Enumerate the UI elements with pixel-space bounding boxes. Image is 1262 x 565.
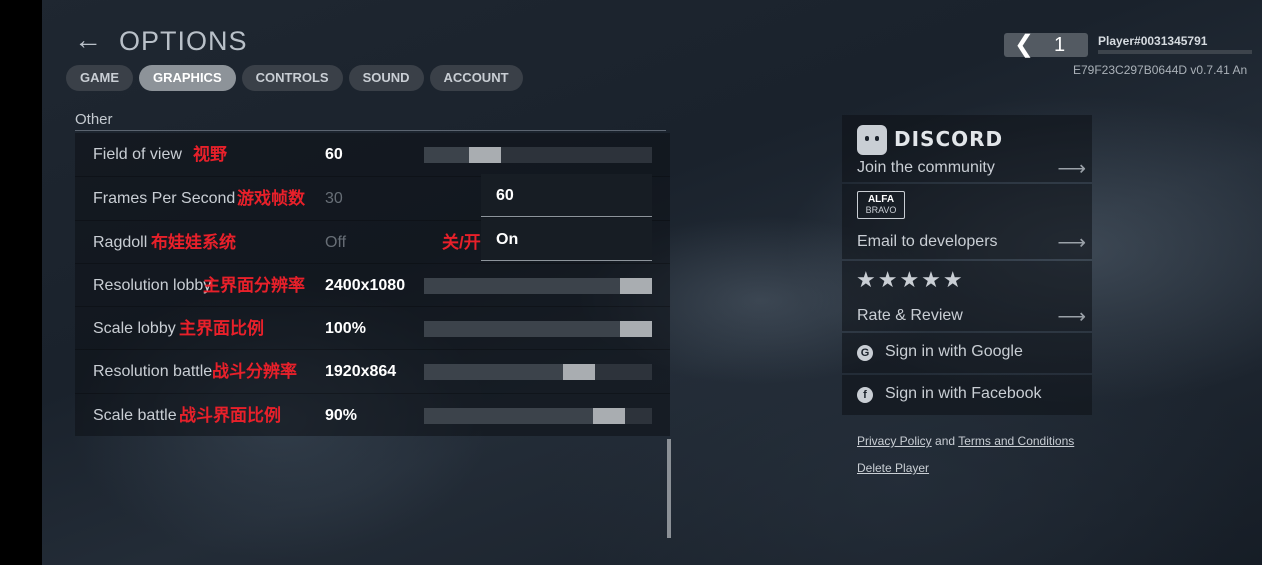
and-text: and (935, 434, 956, 448)
scale-lobby-slider[interactable] (424, 321, 652, 338)
resolution-battle-slider[interactable] (424, 364, 652, 381)
setting-label: Scale battle (93, 406, 177, 424)
fps-option-30[interactable]: 30 (325, 177, 343, 220)
fps-option-60-selected[interactable]: 60 (481, 174, 652, 218)
setting-value: 100% (325, 320, 366, 338)
setting-row-resolution-lobby: Resolution lobby 主界面分辨率 2400x1080 (75, 262, 670, 307)
tab-controls[interactable]: CONTROLS (241, 65, 343, 91)
arrow-right-icon: ⟶ (1057, 232, 1086, 254)
setting-label: Resolution battle (93, 363, 213, 381)
logo-text-top: ALFA (867, 194, 895, 205)
tab-sound[interactable]: SOUND (348, 65, 424, 91)
chevron-left-icon: ❮ (1014, 31, 1035, 58)
options-tabs: GAME GRAPHICS CONTROLS SOUND ACCOUNT (66, 65, 523, 91)
terms-link[interactable]: Terms and Conditions (958, 434, 1074, 448)
resolution-lobby-slider[interactable] (424, 277, 652, 294)
chinese-annotation: 战斗分辨率 (212, 362, 297, 382)
facebook-label: Sign in with Facebook (885, 385, 1042, 402)
google-label: Sign in with Google (885, 343, 1023, 360)
setting-value: 90% (325, 406, 358, 424)
back-arrow-icon[interactable]: ← (74, 26, 106, 54)
rate-review-button[interactable]: ★★★★★ Rate & Review ⟶ (842, 261, 1092, 331)
chinese-annotation: 战斗界面比例 (179, 405, 281, 425)
ragdoll-option-off[interactable]: Off (325, 221, 346, 264)
facebook-icon: f (857, 387, 873, 403)
fov-slider[interactable] (424, 147, 652, 163)
chinese-annotation: 关/开 (442, 232, 481, 252)
setting-row-scale-lobby: Scale lobby 主界面比例 100% (75, 306, 670, 350)
slider-fill (424, 147, 469, 163)
arrow-right-icon: ⟶ (1057, 158, 1086, 180)
five-stars-icon: ★★★★★ (856, 267, 965, 292)
email-developers-button[interactable]: ALFA BRAVO Email to developers ⟶ (842, 184, 1092, 259)
sign-in-google-button[interactable]: G Sign in with Google (842, 333, 1092, 373)
rate-label: Rate & Review (857, 307, 963, 324)
option-label: On (496, 230, 519, 248)
delete-player-link[interactable]: Delete Player (857, 461, 929, 475)
player-name: Player#0031345791 (1098, 34, 1208, 48)
google-icon: G (857, 345, 873, 361)
setting-label: Frames Per Second (93, 190, 236, 208)
game-options-screen: ← OPTIONS GAME GRAPHICS CONTROLS SOUND A… (0, 0, 1262, 565)
privacy-policy-link[interactable]: Privacy Policy (857, 434, 932, 448)
page-title: OPTIONS (119, 26, 248, 56)
discord-wordmark: DISCORD (894, 127, 1004, 151)
setting-value: 1920x864 (325, 363, 397, 381)
setting-row-field-of-view: Field of view 视野 60 (75, 133, 670, 177)
discord-logo-icon (857, 125, 887, 155)
chinese-annotation: 布娃娃系统 (151, 232, 236, 252)
player-level: 1 (1054, 34, 1066, 56)
chinese-annotation: 游戏帧数 (237, 189, 305, 209)
logo-text-bottom: BRAVO (865, 205, 897, 215)
setting-value: 2400x1080 (325, 276, 406, 294)
slider-handle[interactable] (563, 364, 595, 381)
tab-game[interactable]: GAME (66, 65, 133, 91)
left-letterbox (0, 0, 42, 565)
discord-label: Join the community (857, 159, 995, 176)
setting-value: 60 (325, 146, 343, 163)
setting-row-ragdoll: Ragdoll 布娃娃系统 Off 关/开 On (75, 217, 670, 264)
slider-handle[interactable] (620, 321, 652, 338)
setting-label: Resolution lobby (93, 276, 212, 294)
email-label: Email to developers (857, 233, 998, 250)
arrow-right-icon: ⟶ (1057, 306, 1086, 328)
option-label: 60 (496, 187, 514, 205)
setting-label: Field of view (93, 146, 182, 163)
chinese-annotation: 主界面分辨率 (203, 275, 305, 295)
section-divider (75, 130, 666, 131)
chinese-annotation: 主界面比例 (179, 319, 264, 339)
slider-fill (424, 321, 620, 338)
graphics-settings-list: Field of view 视野 60 Frames Per Second 游戏… (75, 133, 670, 437)
tab-graphics[interactable]: GRAPHICS (139, 65, 236, 91)
build-version: E79F23C297B0644D v0.7.41 An (1073, 63, 1248, 77)
player-xp-bar (1098, 50, 1252, 54)
community-panel: DISCORD Join the community ⟶ ALFA BRAVO … (842, 115, 1092, 417)
sign-in-facebook-button[interactable]: f Sign in with Facebook (842, 375, 1092, 415)
tab-account[interactable]: ACCOUNT (429, 65, 523, 91)
legal-links: Privacy Policy and Terms and Conditions … (857, 428, 1074, 482)
setting-label: Scale lobby (93, 320, 176, 338)
slider-handle[interactable] (620, 277, 652, 294)
discord-join-button[interactable]: DISCORD Join the community ⟶ (842, 115, 1092, 182)
scale-battle-slider[interactable] (424, 407, 652, 424)
ragdoll-option-on-selected[interactable]: On (481, 217, 652, 261)
slider-handle[interactable] (593, 407, 625, 424)
chinese-annotation: 视野 (193, 145, 227, 164)
alfa-bravo-logo: ALFA BRAVO (857, 191, 905, 219)
section-label-other: Other (75, 111, 113, 128)
slider-fill (424, 407, 593, 424)
setting-label: Ragdoll (93, 233, 148, 251)
slider-fill (424, 277, 620, 294)
slider-handle[interactable] (469, 147, 501, 163)
settings-scrollbar[interactable] (667, 439, 671, 538)
setting-row-fps: Frames Per Second 游戏帧数 30 60 (75, 174, 670, 220)
slider-fill (424, 364, 563, 381)
setting-row-scale-battle: Scale battle 战斗界面比例 90% (75, 392, 670, 437)
setting-row-resolution-battle: Resolution battle 战斗分辨率 1920x864 (75, 349, 670, 393)
